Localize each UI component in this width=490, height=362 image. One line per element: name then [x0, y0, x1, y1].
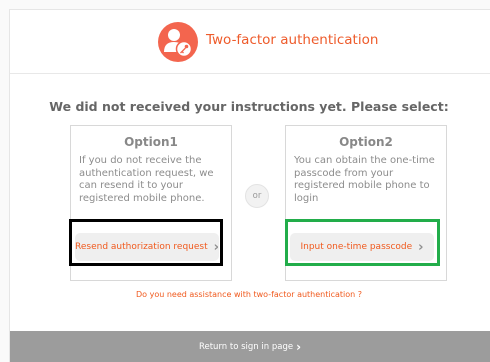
- option1-description: If you do not receive the authentication…: [79, 155, 214, 204]
- user-key-icon: [158, 22, 198, 62]
- or-divider: or: [245, 184, 269, 208]
- header: Two-factor authentication: [10, 10, 490, 74]
- assistance-link[interactable]: Do you need assistance with two-factor a…: [10, 290, 488, 299]
- option1-title: Option1: [124, 135, 178, 149]
- page-title: Two-factor authentication: [206, 32, 379, 48]
- option2-title: Option2: [339, 135, 393, 149]
- return-to-sign-in-link[interactable]: Return to sign in page: [199, 342, 293, 352]
- instructions-heading: We did not received your instructions ye…: [49, 99, 449, 114]
- highlight-box-green: [285, 219, 440, 266]
- footer-bar: Return to sign in page ›: [10, 331, 490, 362]
- highlight-box-black: [69, 219, 223, 266]
- option2-description: You can obtain the one-time passcode fro…: [294, 155, 435, 204]
- auth-panel: Two-factor authentication We did not rec…: [9, 9, 490, 362]
- chevron-right-icon: ›: [296, 339, 302, 354]
